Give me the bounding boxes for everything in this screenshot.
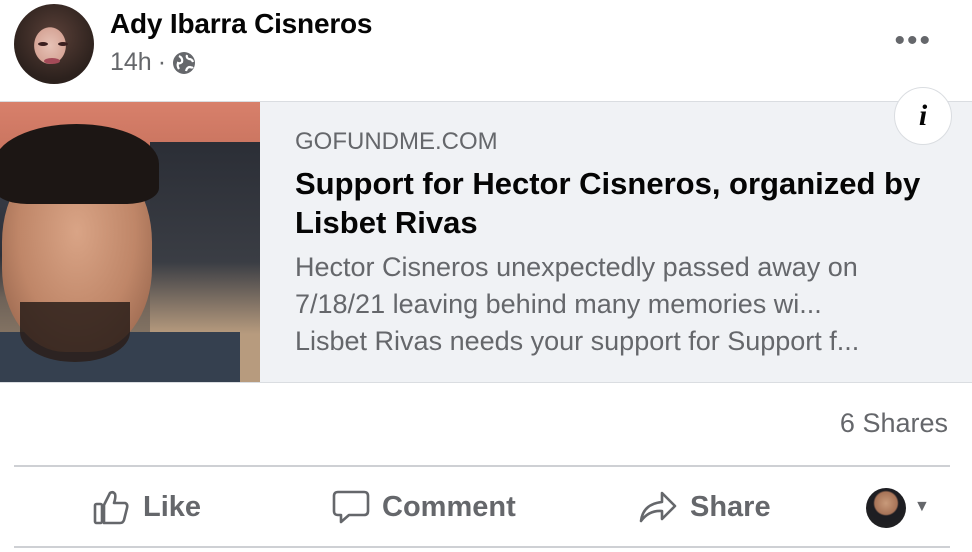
avatar-eye	[58, 42, 68, 46]
share-button[interactable]: Share	[638, 488, 771, 526]
link-description: Hector Cisneros unexpectedly passed away…	[295, 249, 945, 360]
avatar-eye	[38, 42, 48, 46]
post-meta: 14h ·	[110, 48, 196, 77]
reaction-profile-avatar[interactable]	[866, 488, 906, 528]
link-thumbnail[interactable]	[0, 102, 260, 382]
link-description-line: Lisbet Rivas needs your support for Supp…	[295, 326, 860, 356]
link-domain: GOFUNDME.COM	[295, 128, 498, 155]
author-avatar[interactable]	[14, 4, 94, 84]
link-preview-card[interactable]: i GOFUNDME.COM Support for Hector Cisner…	[0, 87, 972, 383]
thumbnail-hair	[0, 124, 159, 204]
like-button[interactable]: Like	[93, 488, 201, 526]
globe-icon[interactable]	[172, 51, 196, 75]
like-label: Like	[143, 490, 202, 523]
share-label: Share	[690, 490, 771, 523]
shares-count[interactable]: 6 Shares	[840, 408, 948, 439]
divider	[14, 546, 950, 548]
like-icon	[93, 490, 129, 525]
comment-button[interactable]: Comment	[332, 488, 516, 526]
chevron-down-icon[interactable]: ▼	[914, 498, 930, 516]
post-time[interactable]: 14h	[110, 48, 152, 77]
link-description-line: Hector Cisneros unexpectedly passed away…	[295, 252, 858, 282]
comment-icon	[332, 490, 370, 524]
thumbnail-beard	[20, 302, 130, 362]
info-icon[interactable]: i	[894, 87, 952, 145]
link-title[interactable]: Support for Hector Cisneros, organized b…	[295, 164, 945, 242]
meta-separator: ·	[157, 48, 167, 76]
share-icon	[639, 491, 677, 523]
author-name[interactable]: Ady Ibarra Cisneros	[110, 8, 372, 40]
link-description-line: 7/18/21 leaving behind many memories wi.…	[295, 289, 822, 319]
comment-label: Comment	[382, 490, 516, 523]
more-options-icon[interactable]: •••	[894, 24, 932, 58]
divider	[14, 465, 950, 467]
avatar-lips	[44, 58, 60, 64]
